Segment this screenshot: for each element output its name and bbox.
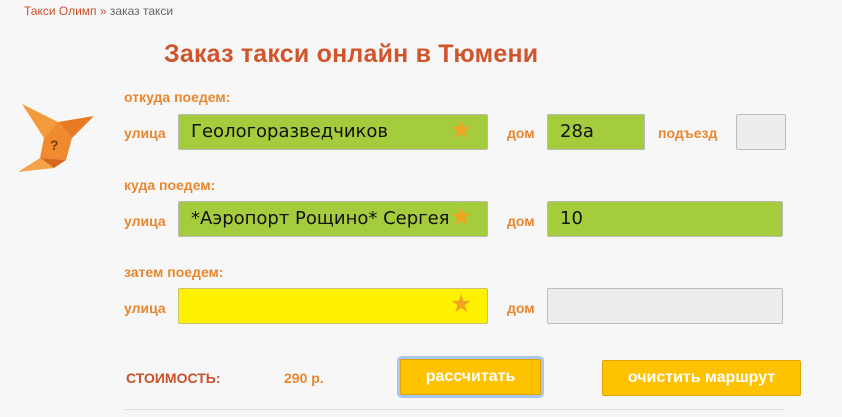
clear-route-button[interactable]: очистить маршрут — [602, 360, 801, 396]
cost-label: СТОИМОСТЬ: — [126, 370, 221, 386]
breadcrumb-current: заказ такси — [109, 4, 174, 18]
from-entrance-label: подъезд — [658, 125, 718, 141]
to-street-input[interactable]: *Аэропорт Рощино* Сергея — [178, 201, 488, 237]
to-section-label: куда поедем: — [124, 177, 216, 193]
to-street-label: улица — [124, 213, 166, 229]
then-house-input[interactable] — [547, 288, 783, 324]
then-street-label: улица — [124, 300, 166, 316]
then-house-label: дом — [507, 300, 535, 316]
page-title: Заказ такси онлайн в Тюмени — [164, 40, 539, 68]
breadcrumb-separator: » — [99, 4, 107, 18]
to-house-input[interactable]: 10 — [547, 201, 783, 237]
then-street-input[interactable] — [178, 288, 488, 324]
from-street-input[interactable]: Геологоразведчиков — [178, 114, 488, 150]
from-section-label: откуда поедем: — [124, 89, 231, 105]
breadcrumb: Такси Олимп » заказ такси — [24, 4, 173, 18]
calculate-button[interactable]: рассчитать — [400, 359, 541, 395]
from-street-label: улица — [124, 125, 166, 141]
then-street-star-icon[interactable]: ★ — [450, 292, 472, 317]
from-street-star-icon[interactable]: ★ — [450, 118, 472, 143]
from-house-label: дом — [507, 125, 535, 141]
to-house-label: дом — [507, 213, 535, 229]
cost-value: 290 р. — [284, 370, 324, 386]
svg-text:?: ? — [50, 137, 59, 153]
then-section-label: затем поедем: — [124, 264, 224, 280]
from-house-input[interactable]: 28а — [547, 114, 645, 150]
to-street-star-icon[interactable]: ★ — [450, 205, 472, 230]
bottom-divider — [124, 409, 784, 410]
breadcrumb-home-link[interactable]: Такси Олимп — [24, 4, 97, 18]
from-entrance-input[interactable] — [736, 114, 786, 150]
origami-bird-icon: ? — [18, 104, 94, 172]
